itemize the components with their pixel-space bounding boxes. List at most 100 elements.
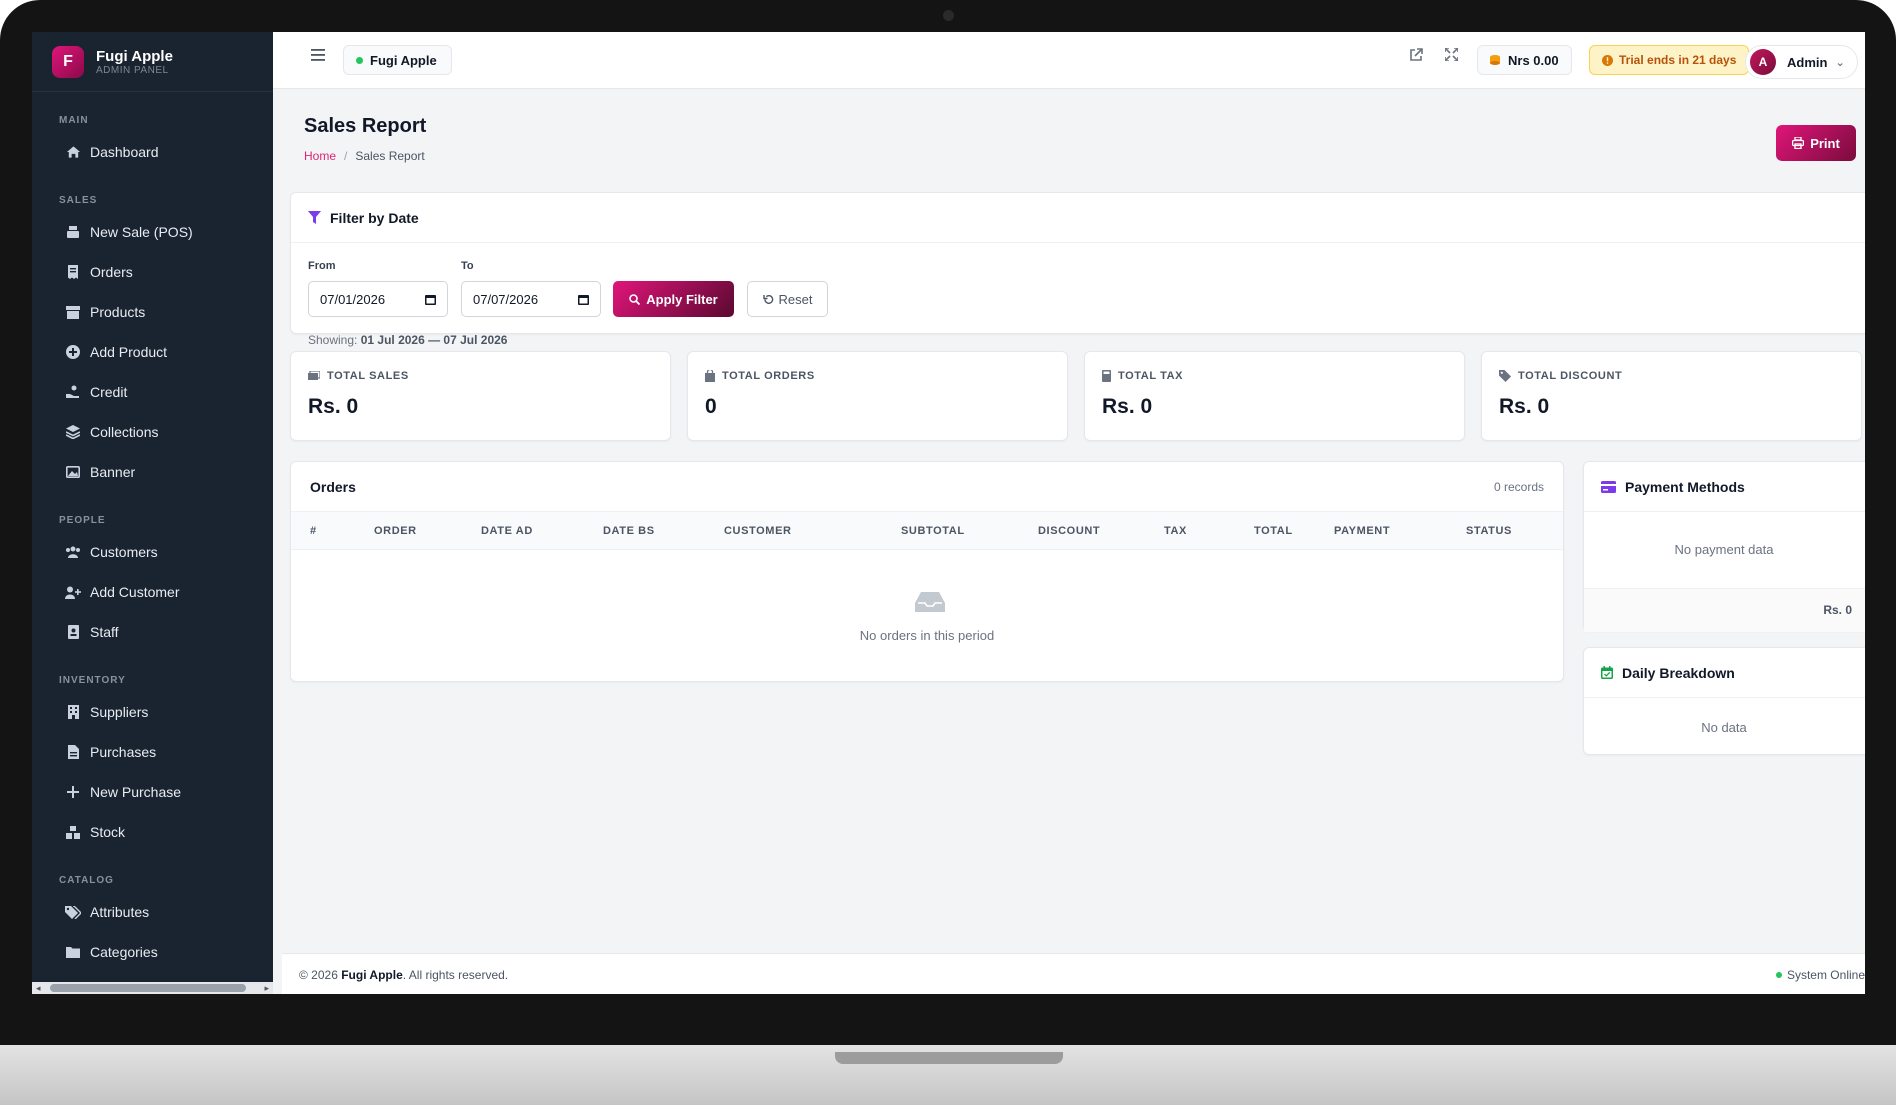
sidebar-item-products[interactable]: Products bbox=[32, 292, 273, 332]
alert-circle-icon bbox=[1602, 54, 1613, 66]
col-status[interactable]: STATUS bbox=[1466, 525, 1512, 537]
sidebar-item-dashboard[interactable]: Dashboard bbox=[32, 132, 273, 172]
sidebar: F Fugi Apple ADMIN PANEL MAIN Dashboard … bbox=[32, 32, 273, 994]
from-label: From bbox=[308, 260, 336, 272]
col-subtotal[interactable]: SUBTOTAL bbox=[901, 525, 965, 537]
sidebar-item-categories[interactable]: Categories bbox=[32, 932, 273, 972]
col-index[interactable]: # bbox=[310, 525, 317, 537]
hand-coin-icon bbox=[65, 384, 81, 400]
boxes-icon bbox=[65, 824, 81, 840]
col-date-ad[interactable]: DATE AD bbox=[481, 525, 533, 537]
user-menu[interactable]: A Admin ⌄ bbox=[1745, 45, 1858, 79]
sidebar-item-attributes[interactable]: Attributes bbox=[32, 892, 273, 932]
nav-section-people: PEOPLE bbox=[59, 515, 106, 526]
sidebar-item-suppliers[interactable]: Suppliers bbox=[32, 692, 273, 732]
undo-icon bbox=[762, 294, 774, 305]
folder-icon bbox=[65, 944, 81, 960]
wallet-balance[interactable]: Nrs 0.00 bbox=[1477, 45, 1572, 75]
sidebar-item-banner[interactable]: Banner bbox=[32, 452, 273, 492]
sidebar-item-add-customer[interactable]: Add Customer bbox=[32, 572, 273, 612]
col-order[interactable]: ORDER bbox=[374, 525, 417, 537]
users-icon bbox=[65, 544, 81, 560]
inbox-icon bbox=[915, 592, 945, 614]
cash-register-icon bbox=[65, 224, 81, 240]
col-discount[interactable]: DISCOUNT bbox=[1038, 525, 1100, 537]
to-label: To bbox=[461, 260, 474, 272]
tag-icon bbox=[1499, 370, 1511, 382]
stat-value: Rs. 0 bbox=[1499, 395, 1550, 418]
credit-card-icon bbox=[1601, 480, 1616, 493]
stat-card-total-orders: TOTAL ORDERS 0 bbox=[687, 351, 1068, 441]
box-icon bbox=[65, 304, 81, 320]
main-content: Sales Report Home / Sales Report Print F… bbox=[282, 89, 1865, 953]
calendar-check-icon bbox=[1601, 666, 1613, 679]
store-selector[interactable]: Fugi Apple bbox=[343, 45, 452, 75]
daily-breakdown-header: Daily Breakdown bbox=[1584, 648, 1865, 698]
brand-subtitle: ADMIN PANEL bbox=[96, 64, 169, 76]
brand-name: Fugi Apple bbox=[96, 47, 173, 65]
receipt-icon bbox=[65, 264, 81, 280]
external-link-icon[interactable] bbox=[1409, 48, 1427, 66]
apply-filter-button[interactable]: Apply Filter bbox=[613, 281, 734, 317]
sidebar-item-purchases[interactable]: Purchases bbox=[32, 732, 273, 772]
scroll-left-icon[interactable]: ◂ bbox=[36, 983, 41, 994]
payment-methods-header: Payment Methods bbox=[1584, 462, 1865, 512]
col-tax[interactable]: TAX bbox=[1164, 525, 1187, 537]
breadcrumb-current: Sales Report bbox=[355, 149, 425, 163]
breadcrumb: Home / Sales Report bbox=[304, 149, 425, 163]
user-plus-icon bbox=[65, 584, 81, 600]
showing-range: Showing: 01 Jul 2026 — 07 Jul 2026 bbox=[308, 333, 508, 347]
chevron-down-icon: ⌄ bbox=[1835, 56, 1845, 69]
sidebar-item-credit[interactable]: Credit bbox=[32, 372, 273, 412]
stat-card-total-sales: TOTAL SALES Rs. 0 bbox=[290, 351, 671, 441]
menu-toggle-icon[interactable] bbox=[311, 46, 329, 64]
trial-badge[interactable]: Trial ends in 21 days bbox=[1589, 45, 1750, 75]
home-icon bbox=[65, 144, 81, 160]
copyright: © 2026 Fugi Apple. All rights reserved. bbox=[299, 968, 509, 982]
sidebar-item-new-sale[interactable]: New Sale (POS) bbox=[32, 212, 273, 252]
sidebar-item-add-product[interactable]: Add Product bbox=[32, 332, 273, 372]
col-payment[interactable]: PAYMENT bbox=[1334, 525, 1390, 537]
sidebar-scrollbar[interactable]: ◂ ▸ bbox=[32, 982, 273, 994]
plus-circle-icon bbox=[65, 344, 81, 360]
to-date-input[interactable]: 07/07/2026 bbox=[461, 281, 601, 317]
calendar-icon[interactable] bbox=[578, 294, 589, 305]
plus-icon bbox=[65, 784, 81, 800]
col-customer[interactable]: CUSTOMER bbox=[724, 525, 792, 537]
nav-section-catalog: CATALOG bbox=[59, 875, 114, 886]
calendar-icon[interactable] bbox=[425, 294, 436, 305]
nav-section-main: MAIN bbox=[59, 115, 89, 126]
orders-table-header: # ORDER DATE AD DATE BS CUSTOMER SUBTOTA… bbox=[291, 512, 1563, 550]
orders-header: Orders 0 records bbox=[291, 462, 1563, 512]
sidebar-item-stock[interactable]: Stock bbox=[32, 812, 273, 852]
scroll-right-icon[interactable]: ▸ bbox=[264, 983, 269, 994]
laptop-camera bbox=[943, 10, 954, 21]
col-date-bs[interactable]: DATE BS bbox=[603, 525, 655, 537]
breadcrumb-home-link[interactable]: Home bbox=[304, 149, 336, 163]
orders-card: Orders 0 records # ORDER DATE AD DATE BS… bbox=[290, 461, 1564, 682]
print-button[interactable]: Print bbox=[1776, 125, 1856, 161]
reset-button[interactable]: Reset bbox=[747, 281, 828, 317]
filter-icon bbox=[308, 211, 321, 224]
col-total[interactable]: TOTAL bbox=[1254, 525, 1293, 537]
building-icon bbox=[65, 704, 81, 720]
sidebar-item-collections[interactable]: Collections bbox=[32, 412, 273, 452]
scrollbar-thumb[interactable] bbox=[50, 984, 246, 992]
calculator-icon bbox=[1102, 370, 1111, 382]
from-date-input[interactable]: 07/01/2026 bbox=[308, 281, 448, 317]
layers-icon bbox=[65, 424, 81, 440]
topbar: Fugi Apple Nrs 0.00 Trial ends in 21 day… bbox=[273, 32, 1865, 89]
sidebar-item-orders[interactable]: Orders bbox=[32, 252, 273, 292]
nav-section-inventory: INVENTORY bbox=[59, 675, 126, 686]
brand[interactable]: F Fugi Apple ADMIN PANEL bbox=[32, 32, 273, 92]
fullscreen-icon[interactable] bbox=[1444, 47, 1463, 66]
sidebar-item-staff[interactable]: Staff bbox=[32, 612, 273, 652]
stat-value: Rs. 0 bbox=[308, 395, 359, 418]
laptop-base-notch bbox=[835, 1052, 1063, 1064]
daily-breakdown-card: Daily Breakdown No data bbox=[1583, 647, 1865, 755]
sidebar-item-new-purchase[interactable]: New Purchase bbox=[32, 772, 273, 812]
stat-card-total-discount: TOTAL DISCOUNT Rs. 0 bbox=[1481, 351, 1862, 441]
system-status: System Online bbox=[1775, 968, 1865, 982]
laptop-mockup: F Fugi Apple ADMIN PANEL MAIN Dashboard … bbox=[0, 0, 1896, 1105]
sidebar-item-customers[interactable]: Customers bbox=[32, 532, 273, 572]
